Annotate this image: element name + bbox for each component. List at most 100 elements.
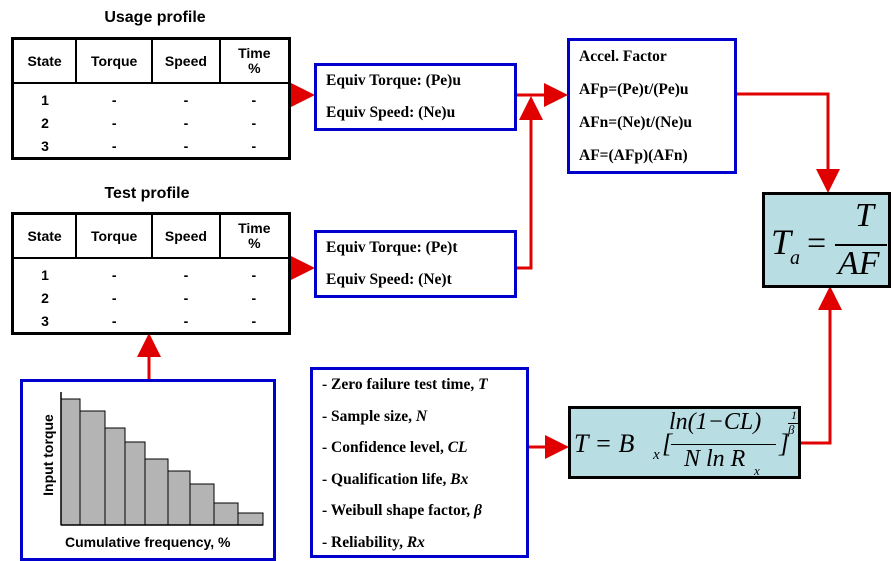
- formula-den: AF: [838, 245, 880, 282]
- input-symbol: T: [478, 376, 488, 393]
- table-cell: -: [251, 137, 257, 154]
- histogram-bar: [167, 470, 191, 526]
- inputs-box: - Zero failure test time, T - Sample size…: [310, 367, 529, 558]
- table-row: 2 - - -: [13, 286, 290, 309]
- header-row: State Torque Speed Time%: [11, 37, 291, 84]
- input-label: - Confidence level,: [322, 439, 448, 456]
- zf-exp-num: 1: [791, 408, 797, 422]
- arrow-formula-to-ta: [800, 286, 842, 445]
- table-cell: -: [111, 137, 117, 154]
- arrow-test-equiv-to-af: [516, 96, 543, 270]
- usage-equiv-box: Equiv Torque: (Pe)u Equiv Speed: (Ne)u: [314, 63, 517, 131]
- formula-num: T: [855, 197, 874, 234]
- formula-lhs: T: [771, 222, 792, 262]
- input-label: - Zero failure test time,: [322, 376, 479, 393]
- diagram: Usage profile State Torque Speed Time% 1- - -2…: [0, 0, 893, 561]
- zf-den-sub: x: [754, 463, 760, 478]
- test-time-formula: T a = T AF: [762, 192, 891, 288]
- table-row: 3 - - -: [13, 309, 290, 334]
- table-cell: -: [111, 114, 117, 131]
- test-equiv-box: Equiv Torque: (Pe)t Equiv Speed: (Ne)t: [314, 230, 517, 298]
- column-header: Speed: [151, 212, 221, 259]
- histogram-bar: [144, 458, 169, 526]
- zf-lhs: T = B: [574, 429, 635, 458]
- histogram-bar: [237, 512, 264, 526]
- zf-sub: x: [653, 447, 660, 463]
- input-item: - Sample size, N: [322, 408, 427, 426]
- input-label: - Reliability,: [322, 533, 407, 551]
- header-row: State Torque Speed Time%: [11, 212, 291, 259]
- column-header: Time%: [218, 212, 291, 259]
- afp-line: AFp=(Pe)t/(Pe)u: [579, 81, 689, 98]
- histogram-bar: [189, 483, 215, 526]
- table-cell: 3: [41, 312, 49, 329]
- histogram-bar: [104, 427, 126, 526]
- table-cell: -: [183, 312, 189, 329]
- table-cell: -: [251, 114, 257, 131]
- input-label: - Qualification life,: [322, 470, 451, 488]
- histogram-xlabel: Cumulative frequency, %: [65, 534, 231, 550]
- table-cell: 2: [41, 114, 49, 131]
- column-header: State: [11, 212, 78, 259]
- input-label: - Weibull shape factor,: [322, 502, 475, 519]
- table-cell: -: [183, 137, 189, 154]
- input-item: - Qualification life, Bx: [322, 471, 468, 489]
- table-cell: -: [111, 266, 117, 283]
- table-cell: -: [183, 289, 189, 306]
- column-header: Torque: [75, 37, 154, 84]
- afn-line: AFn=(Ne)t/(Ne)u: [579, 114, 692, 131]
- zero-failure-formula: T = B x [ ln(1−CL) N ln R x ] 1 β: [568, 406, 801, 479]
- table-cell: 2: [41, 289, 49, 306]
- table-cell: -: [251, 289, 257, 306]
- table-row: 2 - - -: [13, 111, 290, 134]
- accel-factor-title: Accel. Factor: [579, 48, 667, 65]
- input-symbol: β: [474, 502, 482, 519]
- histogram-bar: [79, 410, 106, 526]
- usage-profile-table: State Torque Speed Time% 1 - - - 2 - - - 3 - - -: [11, 37, 291, 160]
- table-cell: -: [111, 289, 117, 306]
- zf-num: ln(1−CL): [669, 409, 762, 435]
- input-symbol: N: [415, 407, 428, 425]
- test-equiv-speed: Equiv Speed: (Ne)t: [326, 271, 452, 288]
- usage-equiv-torque: Equiv Torque: (Pe)u: [326, 72, 461, 89]
- zf-exp-den: β: [788, 422, 795, 437]
- input-symbol: Bx: [450, 470, 469, 488]
- input-item: - Zero failure test time, T: [322, 376, 488, 394]
- formula-sub: a: [790, 247, 800, 269]
- input-item: - Reliability, Rx: [322, 534, 425, 552]
- table-cell: -: [251, 266, 257, 283]
- accel-factor-box: Accel. Factor AFp=(Pe)t/(Pe)u AFn=(Ne)t/…: [567, 38, 737, 174]
- input-label: - Sample size,: [322, 407, 416, 425]
- histogram-bar: [213, 502, 239, 526]
- table-cell: -: [183, 91, 189, 108]
- histogram-ylabel: Input torque: [40, 414, 56, 496]
- table-cell: 1: [41, 91, 49, 108]
- table-cell: -: [251, 91, 257, 108]
- input-item: - Weibull shape factor, β: [322, 502, 482, 520]
- table-cell: -: [111, 91, 117, 108]
- column-header: Time%: [218, 37, 291, 84]
- test-profile-title: Test profile: [104, 185, 190, 202]
- table-row: 1 - - -: [13, 83, 290, 111]
- histogram-bar: [60, 398, 81, 526]
- table-cell: 3: [41, 137, 49, 154]
- zf-den: N ln R: [684, 446, 746, 472]
- table-row: 1 - - -: [13, 258, 290, 286]
- column-header: Speed: [151, 37, 221, 84]
- table-cell: -: [251, 312, 257, 329]
- arrow-af-to-ta: [736, 92, 840, 193]
- histogram-box: Cumulative frequency, % Input torque: [20, 379, 276, 561]
- input-symbol: CL: [447, 439, 468, 456]
- table-row: 3 - - -: [13, 134, 290, 159]
- input-item: - Confidence level, CL: [322, 439, 468, 457]
- table-cell: -: [111, 312, 117, 329]
- usage-equiv-speed: Equiv Speed: (Ne)u: [326, 104, 456, 121]
- table-cell: -: [183, 114, 189, 131]
- table-cell: -: [183, 266, 189, 283]
- table-cell: 1: [41, 266, 49, 283]
- column-header: State: [11, 37, 78, 84]
- af-line: AF=(AFp)(AFn): [579, 147, 688, 164]
- histogram-chart: [60, 392, 264, 526]
- test-profile-table: State Torque Speed Time% 1 - - - 2 - - - 3 - - -: [11, 212, 291, 335]
- column-header: Torque: [75, 212, 154, 259]
